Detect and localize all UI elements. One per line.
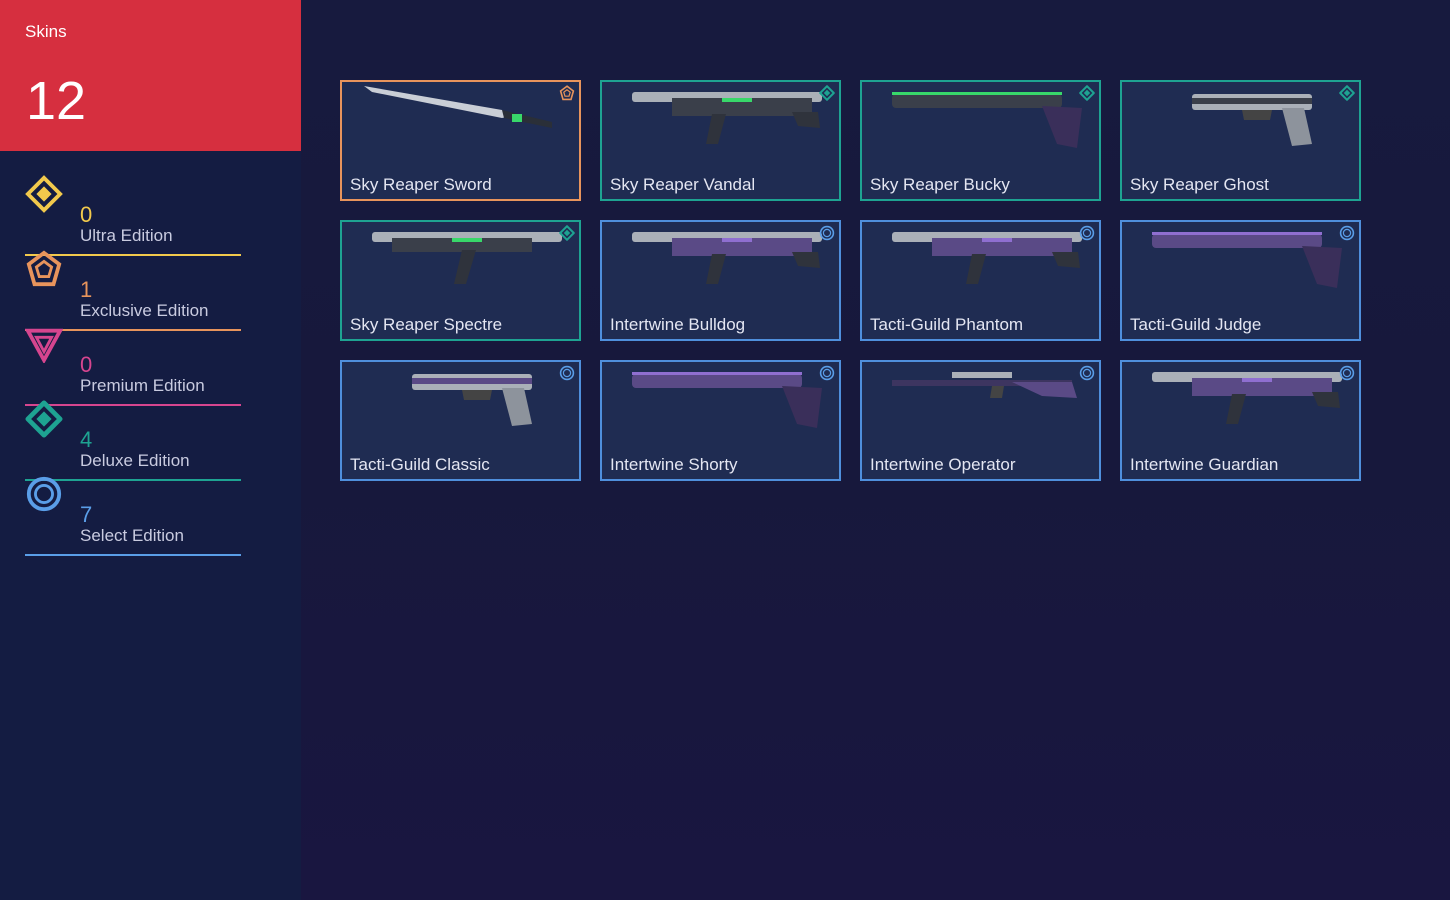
skin-name: Tacti-Guild Classic — [350, 455, 490, 474]
select-edition-icon — [1339, 365, 1355, 381]
pistol-icon — [1132, 84, 1353, 168]
stat-count: 0 — [80, 202, 93, 227]
shotgun-icon — [872, 84, 1093, 168]
ultra-edition-icon — [25, 175, 63, 213]
stat-deluxe-edition: 4 Deluxe Edition — [25, 395, 241, 481]
select-edition-icon — [1339, 225, 1355, 241]
skin-name: Sky Reaper Ghost — [1130, 175, 1269, 194]
skin-name: Sky Reaper Bucky — [870, 175, 1010, 194]
stat-count: 1 — [80, 277, 93, 302]
shotgun-icon — [612, 364, 833, 448]
deluxe-edition-icon — [559, 225, 575, 241]
shotgun-icon — [1132, 224, 1353, 308]
smg-icon — [352, 224, 573, 308]
select-edition-icon — [1079, 365, 1095, 381]
skins-total-count: 12 — [26, 71, 87, 131]
skin-name: Tacti-Guild Judge — [1130, 315, 1262, 334]
skin-name: Sky Reaper Sword — [350, 175, 492, 194]
rifle-icon — [1132, 364, 1353, 448]
skin-name: Intertwine Shorty — [610, 455, 738, 474]
premium-edition-icon — [24, 325, 64, 365]
skin-name: Tacti-Guild Phantom — [870, 315, 1024, 334]
skin-card[interactable]: Tacti-Guild Phantom — [860, 220, 1101, 341]
skin-card[interactable]: Sky Reaper Vandal — [600, 80, 841, 201]
skin-card[interactable]: Sky Reaper Sword — [340, 80, 581, 201]
rifle-icon — [612, 224, 833, 308]
skin-card[interactable]: Intertwine Guardian — [1120, 360, 1361, 481]
stat-ultra-edition: 0 Ultra Edition — [25, 170, 241, 256]
skin-card[interactable]: Sky Reaper Bucky — [860, 80, 1101, 201]
stat-exclusive-edition: 1 Exclusive Edition — [25, 245, 241, 331]
stat-count: 4 — [80, 427, 93, 452]
stat-label: Premium Edition — [80, 376, 205, 395]
deluxe-edition-icon — [25, 400, 63, 438]
skin-name: Intertwine Guardian — [1130, 455, 1279, 474]
deluxe-edition-icon — [1339, 85, 1355, 101]
stat-label: Exclusive Edition — [80, 301, 209, 320]
skin-name: Sky Reaper Vandal — [610, 175, 756, 194]
skins-grid-area: Sky Reaper Sword Sky Reaper Vandal Sky Rea… — [301, 0, 1450, 900]
skin-name: Intertwine Bulldog — [610, 315, 746, 334]
select-edition-icon — [1079, 225, 1095, 241]
skin-card[interactable]: Sky Reaper Ghost — [1120, 80, 1361, 201]
stat-label: Ultra Edition — [80, 226, 173, 245]
stat-premium-edition: 0 Premium Edition — [24, 320, 241, 406]
sword-icon — [352, 84, 573, 168]
exclusive-edition-icon — [25, 250, 63, 288]
rifle-icon — [612, 84, 833, 168]
stat-label: Deluxe Edition — [80, 451, 190, 470]
skin-card[interactable]: Intertwine Bulldog — [600, 220, 841, 341]
exclusive-edition-icon — [559, 85, 575, 101]
select-edition-icon — [25, 475, 63, 513]
skin-card[interactable]: Intertwine Operator — [860, 360, 1101, 481]
stat-divider — [25, 554, 241, 556]
skins-title: Skins — [25, 22, 67, 41]
skin-name: Intertwine Operator — [870, 455, 1016, 474]
deluxe-edition-icon — [1079, 85, 1095, 101]
stat-count: 7 — [80, 502, 93, 527]
sniper-icon — [872, 364, 1093, 448]
skin-card[interactable]: Tacti-Guild Judge — [1120, 220, 1361, 341]
stat-count: 0 — [80, 352, 93, 377]
select-edition-icon — [559, 365, 575, 381]
deluxe-edition-icon — [819, 85, 835, 101]
stat-label: Select Edition — [80, 526, 184, 545]
pistol-icon — [352, 364, 573, 448]
stat-select-edition: 7 Select Edition — [25, 470, 241, 556]
select-edition-icon — [819, 365, 835, 381]
skin-name: Sky Reaper Spectre — [350, 315, 503, 334]
rifle-icon — [872, 224, 1093, 308]
sidebar: Skins 12 0 Ultra Edition 1 Exclusive Editio… — [0, 0, 301, 900]
select-edition-icon — [819, 225, 835, 241]
skin-card[interactable]: Sky Reaper Spectre — [340, 220, 581, 341]
skin-card[interactable]: Tacti-Guild Classic — [340, 360, 581, 481]
skins-summary-header: Skins 12 — [0, 0, 301, 151]
skin-card[interactable]: Intertwine Shorty — [600, 360, 841, 481]
